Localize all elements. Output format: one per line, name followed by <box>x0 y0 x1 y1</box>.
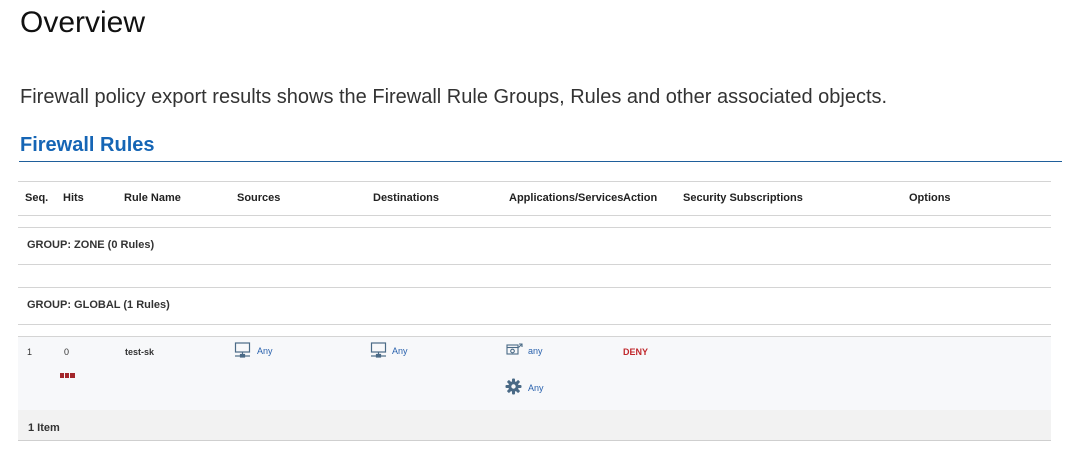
network-computer-icon <box>234 342 251 363</box>
destination-any-link[interactable]: Any <box>392 346 408 356</box>
action-deny: DENY <box>623 347 649 357</box>
group-divider <box>18 287 1051 288</box>
section-title: Firewall Rules <box>20 134 155 156</box>
page-title: Overview <box>20 6 146 39</box>
hits-bar-icon <box>60 365 75 383</box>
group-divider <box>18 227 1051 228</box>
page-description: Firewall policy export results shows the… <box>20 86 888 108</box>
section-divider <box>19 161 1062 162</box>
col-header-hits[interactable]: Hits <box>63 192 84 204</box>
application-icon <box>506 342 523 362</box>
gear-icon <box>505 378 522 400</box>
col-header-security-subscriptions[interactable]: Security Subscriptions <box>683 192 803 204</box>
header-bottom-border <box>18 215 1051 216</box>
table-top-border <box>18 181 1051 182</box>
source-any-link[interactable]: Any <box>257 346 273 356</box>
col-header-destinations[interactable]: Destinations <box>373 192 439 204</box>
service-any-link[interactable]: Any <box>528 383 544 393</box>
group-divider <box>18 324 1051 325</box>
col-header-options[interactable]: Options <box>909 192 951 204</box>
rule-hits: 0 <box>64 347 70 357</box>
col-header-sources[interactable]: Sources <box>237 192 280 204</box>
network-computer-icon <box>370 342 387 363</box>
group-row-global[interactable]: GROUP: GLOBAL (1 Rules) <box>27 299 170 311</box>
col-header-rule-name[interactable]: Rule Name <box>124 192 181 204</box>
item-count: 1 Item <box>28 422 60 434</box>
col-header-applications-services[interactable]: Applications/Services <box>509 192 623 204</box>
group-row-zone[interactable]: GROUP: ZONE (0 Rules) <box>27 239 154 251</box>
table-footer: 1 Item <box>18 410 1051 441</box>
rule-name[interactable]: test-sk <box>125 347 154 357</box>
col-header-action[interactable]: Action <box>623 192 657 204</box>
rule-seq: 1 <box>27 347 33 357</box>
group-divider <box>18 264 1051 265</box>
col-header-seq[interactable]: Seq. <box>25 192 48 204</box>
application-any-link[interactable]: any <box>528 346 543 356</box>
